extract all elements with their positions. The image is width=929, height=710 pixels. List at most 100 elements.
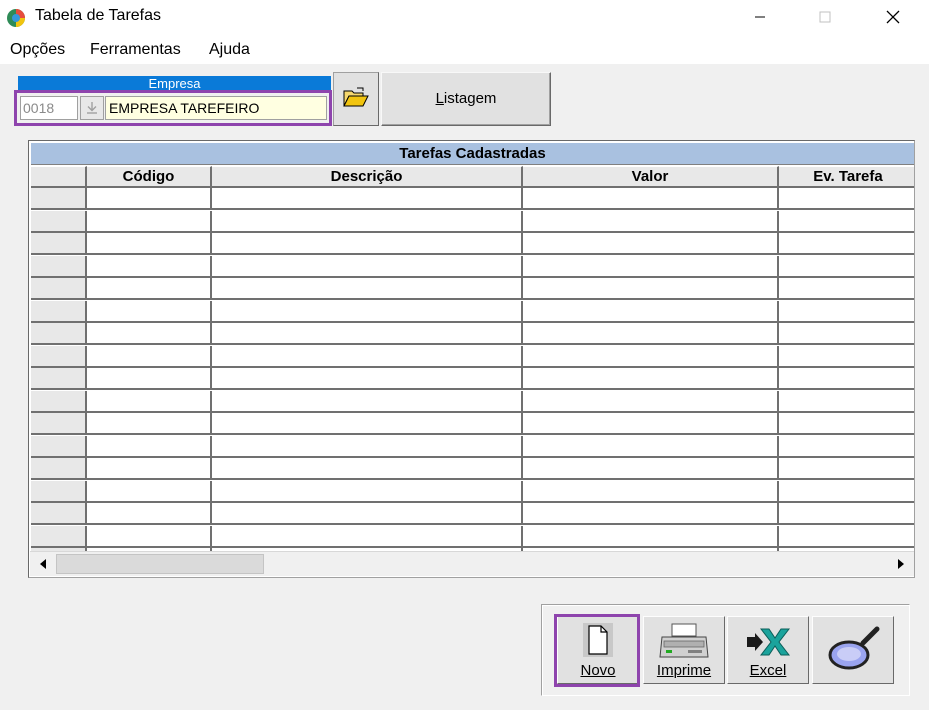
table-cell[interactable] [779, 233, 914, 255]
table-row[interactable] [31, 210, 914, 233]
table-row[interactable] [31, 255, 914, 278]
table-cell[interactable] [212, 323, 523, 345]
table-cell[interactable] [779, 346, 914, 368]
table-cell[interactable] [212, 278, 523, 300]
table-cell[interactable] [212, 503, 523, 525]
table-cell[interactable] [87, 323, 212, 345]
table-cell[interactable] [523, 458, 779, 480]
table-cell[interactable] [87, 390, 212, 413]
row-indicator[interactable] [31, 525, 87, 548]
row-indicator[interactable] [31, 413, 87, 435]
grid-header-codigo[interactable]: Código [87, 166, 212, 188]
table-cell[interactable] [779, 413, 914, 435]
table-cell[interactable] [523, 480, 779, 503]
row-indicator[interactable] [31, 255, 87, 278]
table-cell[interactable] [523, 255, 779, 278]
table-cell[interactable] [212, 300, 523, 323]
row-indicator[interactable] [31, 503, 87, 525]
row-indicator[interactable] [31, 188, 87, 210]
table-cell[interactable] [779, 188, 914, 210]
table-cell[interactable] [523, 210, 779, 233]
open-folder-button[interactable] [333, 72, 379, 126]
menu-ajuda[interactable]: Ajuda [209, 41, 250, 59]
table-cell[interactable] [212, 435, 523, 458]
table-cell[interactable] [87, 368, 212, 390]
row-indicator[interactable] [31, 323, 87, 345]
table-cell[interactable] [212, 458, 523, 480]
table-cell[interactable] [87, 300, 212, 323]
row-indicator[interactable] [31, 210, 87, 233]
table-cell[interactable] [779, 436, 914, 458]
table-cell[interactable] [87, 525, 212, 548]
table-cell[interactable] [523, 233, 779, 255]
table-cell[interactable] [87, 480, 212, 503]
table-cell[interactable] [523, 278, 779, 300]
row-indicator[interactable] [31, 345, 87, 368]
table-cell[interactable] [779, 391, 914, 413]
table-cell[interactable] [779, 323, 914, 345]
table-row[interactable] [31, 435, 914, 458]
table-cell[interactable] [212, 480, 523, 503]
scroll-left-button[interactable] [32, 554, 54, 574]
table-row[interactable] [31, 345, 914, 368]
table-cell[interactable] [87, 188, 212, 210]
table-cell[interactable] [523, 345, 779, 368]
table-cell[interactable] [779, 458, 914, 480]
table-row[interactable] [31, 300, 914, 323]
grid-header-descricao[interactable]: Descrição [212, 166, 523, 188]
table-row[interactable] [31, 323, 914, 345]
minimize-button[interactable] [737, 0, 783, 34]
table-cell[interactable] [212, 413, 523, 435]
grid-header-valor[interactable]: Valor [523, 166, 779, 188]
imprime-button[interactable]: Imprime [643, 616, 725, 684]
table-cell[interactable] [523, 323, 779, 345]
table-row[interactable] [31, 413, 914, 435]
horizontal-scrollbar[interactable] [30, 551, 914, 576]
table-cell[interactable] [87, 255, 212, 278]
table-cell[interactable] [87, 278, 212, 300]
table-cell[interactable] [212, 233, 523, 255]
listagem-button[interactable]: Listagem [381, 72, 551, 126]
table-row[interactable] [31, 480, 914, 503]
table-cell[interactable] [779, 278, 914, 300]
table-row[interactable] [31, 458, 914, 480]
table-cell[interactable] [523, 188, 779, 210]
table-row[interactable] [31, 525, 914, 548]
table-cell[interactable] [523, 413, 779, 435]
table-row[interactable] [31, 233, 914, 255]
menu-opcoes[interactable]: Opções [10, 41, 65, 59]
row-indicator[interactable] [31, 390, 87, 413]
table-cell[interactable] [212, 525, 523, 548]
table-row[interactable] [31, 503, 914, 525]
table-cell[interactable] [87, 458, 212, 480]
row-indicator[interactable] [31, 435, 87, 458]
table-cell[interactable] [212, 188, 523, 210]
table-cell[interactable] [87, 233, 212, 255]
maximize-button[interactable] [802, 0, 848, 34]
table-cell[interactable] [523, 503, 779, 525]
table-cell[interactable] [779, 503, 914, 525]
table-cell[interactable] [523, 390, 779, 413]
row-indicator[interactable] [31, 458, 87, 480]
table-cell[interactable] [212, 255, 523, 278]
table-cell[interactable] [523, 435, 779, 458]
table-cell[interactable] [523, 525, 779, 548]
table-cell[interactable] [523, 300, 779, 323]
table-row[interactable] [31, 390, 914, 413]
scroll-right-button[interactable] [890, 554, 912, 574]
search-button[interactable] [812, 616, 894, 684]
table-cell[interactable] [212, 368, 523, 390]
row-indicator[interactable] [31, 233, 87, 255]
table-cell[interactable] [87, 435, 212, 458]
row-indicator[interactable] [31, 278, 87, 300]
table-cell[interactable] [779, 301, 914, 323]
table-cell[interactable] [87, 413, 212, 435]
table-cell[interactable] [212, 210, 523, 233]
table-cell[interactable] [87, 210, 212, 233]
scroll-thumb[interactable] [56, 554, 264, 574]
table-row[interactable] [31, 188, 914, 210]
tarefas-grid[interactable]: Tarefas Cadastradas Código Descrição Val… [28, 140, 915, 578]
row-indicator[interactable] [31, 368, 87, 390]
table-cell[interactable] [87, 345, 212, 368]
menu-ferramentas[interactable]: Ferramentas [90, 41, 181, 59]
